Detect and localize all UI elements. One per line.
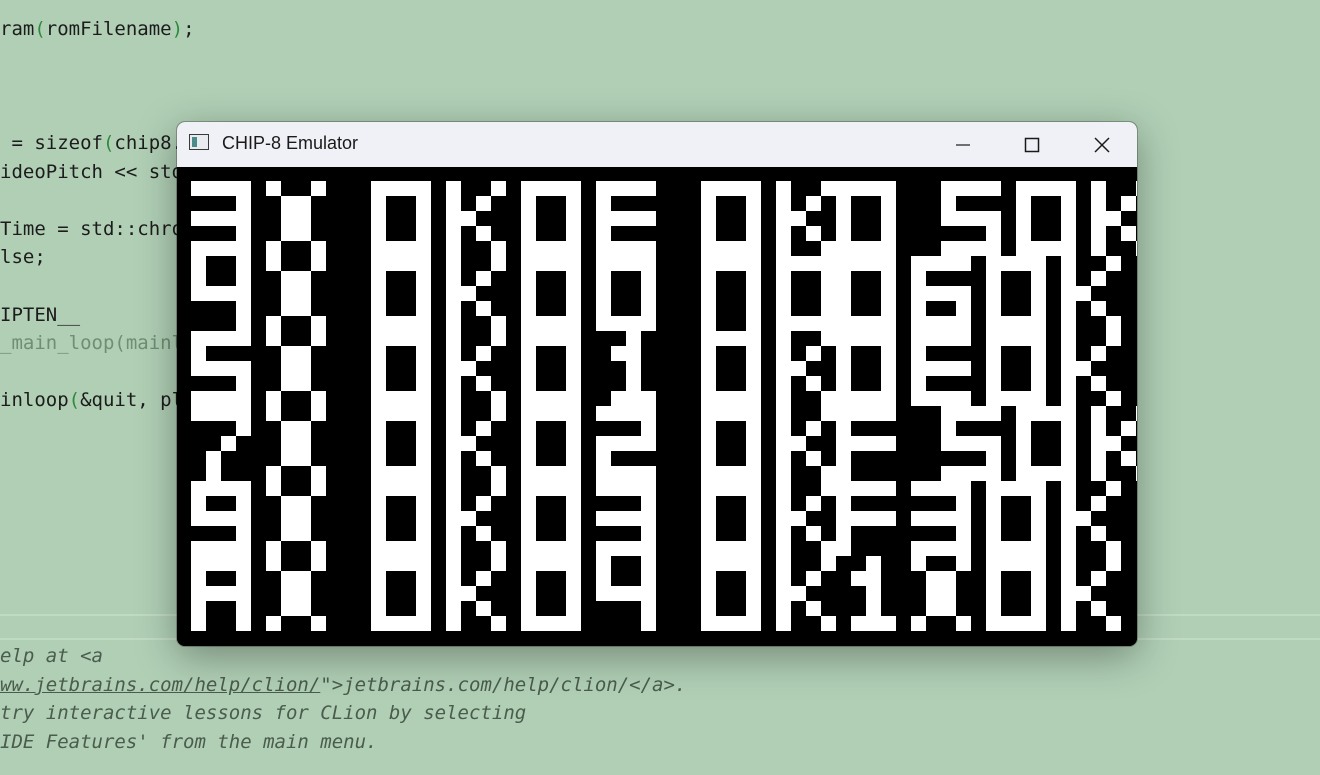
- code-line: lse;: [0, 246, 46, 268]
- comment-line: elp at <a: [0, 645, 103, 667]
- window-titlebar[interactable]: CHIP-8 Emulator: [177, 122, 1137, 167]
- display-canvas: [177, 167, 1137, 646]
- code-line: = sizeof(chip8.: [0, 132, 184, 154]
- code-line: inloop(&quit, pl: [0, 389, 184, 411]
- comment-line: try interactive lessons for CLion by sel…: [0, 702, 527, 724]
- code-line: IPTEN__: [0, 304, 81, 326]
- code-line: Time = std::chro: [0, 218, 184, 240]
- code-line: _main_loop(mainl: [0, 332, 184, 354]
- code-line: ram(romFilename);: [0, 18, 195, 40]
- maximize-icon: [1024, 137, 1040, 152]
- code-line: ideoPitch << std: [0, 161, 184, 183]
- close-icon: [1094, 136, 1110, 153]
- maximize-button[interactable]: [997, 122, 1067, 167]
- app-icon: [189, 134, 209, 150]
- help-link[interactable]: ww.jetbrains.com/help/clion/: [0, 674, 320, 696]
- minimize-icon: [956, 143, 970, 146]
- comment-line: ww.jetbrains.com/help/clion/">jetbrains.…: [0, 674, 687, 696]
- emulator-display[interactable]: [177, 167, 1137, 646]
- display-text-0-2: [836, 181, 1137, 256]
- minimize-button[interactable]: [928, 122, 998, 167]
- emulator-window[interactable]: CHIP-8 Emulator: [177, 122, 1137, 646]
- close-button[interactable]: [1067, 122, 1137, 167]
- comment-line: IDE Features' from the main menu.: [0, 731, 378, 753]
- window-title: CHIP-8 Emulator: [222, 133, 359, 153]
